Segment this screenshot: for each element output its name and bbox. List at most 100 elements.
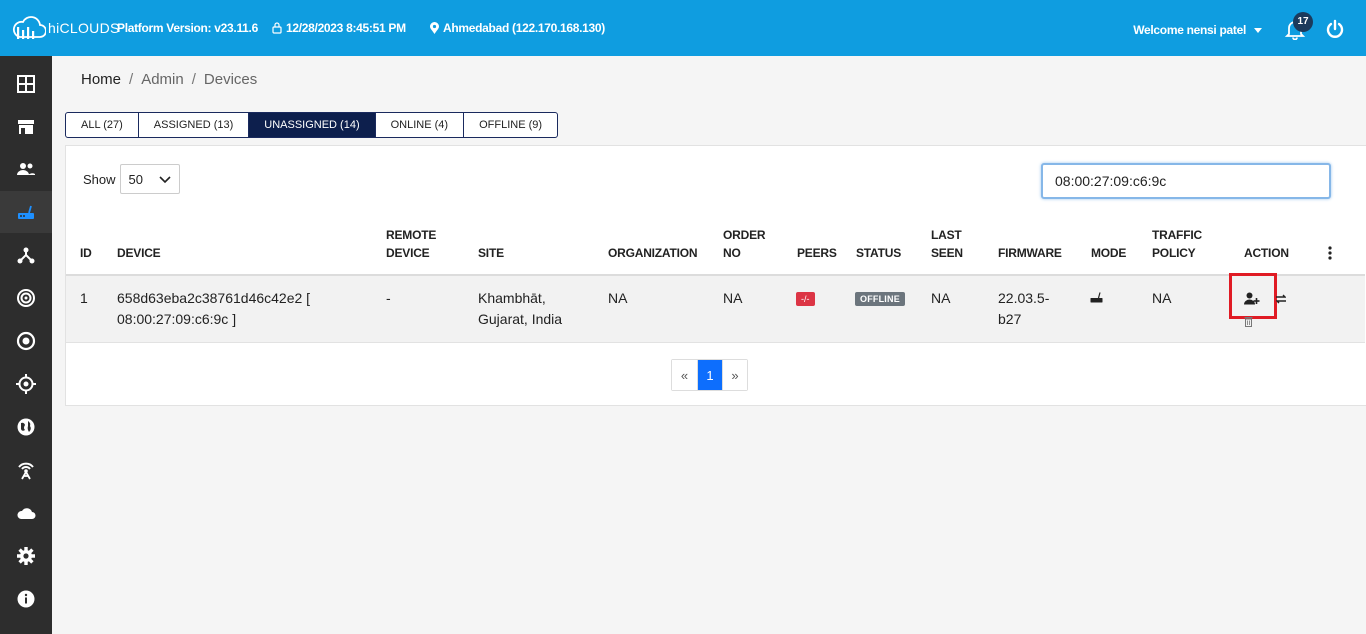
sidebar-item-settings[interactable] [0, 535, 52, 577]
globe-icon [17, 418, 35, 436]
cell-device-line1: 658d63eba2c38761d46c42e2 [ [117, 290, 311, 306]
transfer-icon[interactable] [1276, 294, 1286, 304]
search-input[interactable] [1041, 163, 1331, 199]
caret-down-icon [1254, 28, 1262, 34]
user-menu[interactable]: Welcome nensi patel [1133, 23, 1262, 37]
col-firmware: FIRMWARE [998, 246, 1062, 260]
device-filter-tabs: ALL (27) ASSIGNED (13) UNASSIGNED (14) O… [65, 112, 559, 138]
sidebar-item-info[interactable] [0, 578, 52, 620]
notification-count-badge: 17 [1293, 12, 1313, 32]
breadcrumb-separator: / [129, 71, 134, 88]
settings-icon [17, 547, 35, 565]
cell-site-line1: Khambhāt, [478, 290, 546, 306]
col-order-no: ORDER NO [723, 226, 766, 262]
tab-assigned[interactable]: ASSIGNED (13) [139, 113, 250, 137]
cell-id: 1 [80, 290, 88, 306]
sidebar-item-dashboard[interactable] [0, 63, 52, 105]
col-peers: PEERS [797, 246, 837, 260]
cell-device-line2: 08:00:27:09:c6:9c ] [117, 311, 237, 327]
sidebar [0, 56, 52, 634]
sidebar-item-users[interactable] [0, 148, 52, 190]
power-icon[interactable] [1325, 19, 1345, 39]
page-size-control: Show 50 [83, 164, 180, 194]
col-id: ID [80, 246, 92, 260]
col-order-line2: NO [723, 246, 741, 260]
page-1-button[interactable]: 1 [697, 360, 722, 390]
cell-device: 658d63eba2c38761d46c42e2 [ 08:00:27:09:c6… [117, 288, 310, 330]
antenna-icon [18, 462, 34, 480]
info-icon [17, 590, 35, 608]
sidebar-item-target[interactable] [0, 320, 52, 362]
cell-remote-device: - [386, 290, 391, 306]
platform-version: Platform Version: v23.11.6 [117, 21, 258, 35]
store-icon [18, 120, 34, 134]
page-prev-button[interactable]: « [672, 360, 697, 390]
col-mode: MODE [1091, 246, 1127, 260]
cell-site-line2: Gujarat, India [478, 311, 563, 327]
cell-order-no: NA [723, 290, 743, 306]
sidebar-item-globe[interactable] [0, 406, 52, 448]
user-location: Ahmedabad (122.170.168.130) [443, 21, 605, 35]
delete-icon[interactable] [1244, 316, 1253, 327]
col-remote-line2: DEVICE [386, 246, 430, 260]
col-traffic-line2: POLICY [1152, 246, 1196, 260]
current-datetime: 12/28/2023 8:45:51 PM [286, 21, 406, 35]
breadcrumb-separator: / [191, 71, 196, 88]
lock-clock-icon [272, 22, 282, 34]
cell-organization: NA [608, 290, 628, 306]
tab-online[interactable]: ONLINE (4) [376, 113, 465, 137]
page-size-select[interactable]: 50 [119, 164, 180, 194]
cloud-logo-icon [12, 16, 46, 39]
assign-user-icon[interactable] [1244, 292, 1260, 305]
devices-panel: Show 50 ID DEVICE REMOTE DEVICE SITE ORGA… [65, 145, 1366, 406]
sidebar-item-antenna[interactable] [0, 449, 52, 491]
col-remote-line1: REMOTE [386, 228, 437, 242]
sidebar-item-signal[interactable] [0, 277, 52, 319]
sidebar-item-crosshair[interactable] [0, 363, 52, 405]
cell-last-seen: NA [931, 290, 951, 306]
top-bar: hiCLOUDS Platform Version: v23.11.6 12/2… [0, 0, 1366, 56]
router-icon [18, 205, 34, 219]
col-last-line1: LAST [931, 228, 962, 242]
cell-firmware: 22.03.5- b27 [998, 288, 1049, 330]
target-icon [16, 331, 36, 351]
col-order-line1: ORDER [723, 228, 766, 242]
sidebar-item-devices[interactable] [0, 191, 52, 233]
peers-badge: -/- [796, 292, 815, 306]
col-device: DEVICE [117, 246, 161, 260]
breadcrumb-home[interactable]: Home [81, 71, 121, 88]
col-last-line2: SEEN [931, 246, 963, 260]
show-label: Show [83, 171, 116, 187]
col-status: STATUS [856, 246, 902, 260]
network-icon [17, 247, 35, 264]
dashboard-icon [17, 75, 35, 93]
sidebar-item-store[interactable] [0, 106, 52, 148]
tab-all[interactable]: ALL (27) [66, 113, 139, 137]
cell-firmware-line2: b27 [998, 311, 1022, 327]
brand-name: hiCLOUDS [48, 20, 120, 36]
col-traffic-line1: TRAFFIC [1152, 228, 1202, 242]
page-next-button[interactable]: » [722, 360, 747, 390]
cloud-icon [17, 508, 36, 519]
tab-offline[interactable]: OFFLINE (9) [464, 113, 557, 137]
pagination: « 1 » [671, 359, 748, 391]
col-action: ACTION [1244, 246, 1289, 260]
hiclouds-logo[interactable]: hiCLOUDS [12, 14, 120, 42]
status-badge: OFFLINE [855, 292, 905, 306]
welcome-text: Welcome nensi patel [1133, 23, 1246, 37]
cell-firmware-line1: 22.03.5- [998, 290, 1050, 306]
breadcrumb-devices: Devices [203, 71, 258, 88]
col-last-seen: LAST SEEN [931, 226, 963, 262]
tab-unassigned[interactable]: UNASSIGNED (14) [249, 113, 376, 137]
crosshair-icon [16, 374, 36, 394]
sidebar-item-network[interactable] [0, 234, 52, 276]
col-organization: ORGANIZATION [608, 246, 698, 260]
kebab-menu-icon[interactable] [1328, 246, 1332, 260]
users-icon [17, 163, 35, 175]
breadcrumb: Home / Admin / Devices [81, 71, 257, 88]
chevron-down-icon [158, 176, 171, 184]
cell-site: Khambhāt, Gujarat, India [478, 288, 562, 330]
breadcrumb-admin[interactable]: Admin [141, 71, 184, 88]
signal-icon [17, 289, 35, 307]
sidebar-item-cloud[interactable] [0, 492, 52, 534]
